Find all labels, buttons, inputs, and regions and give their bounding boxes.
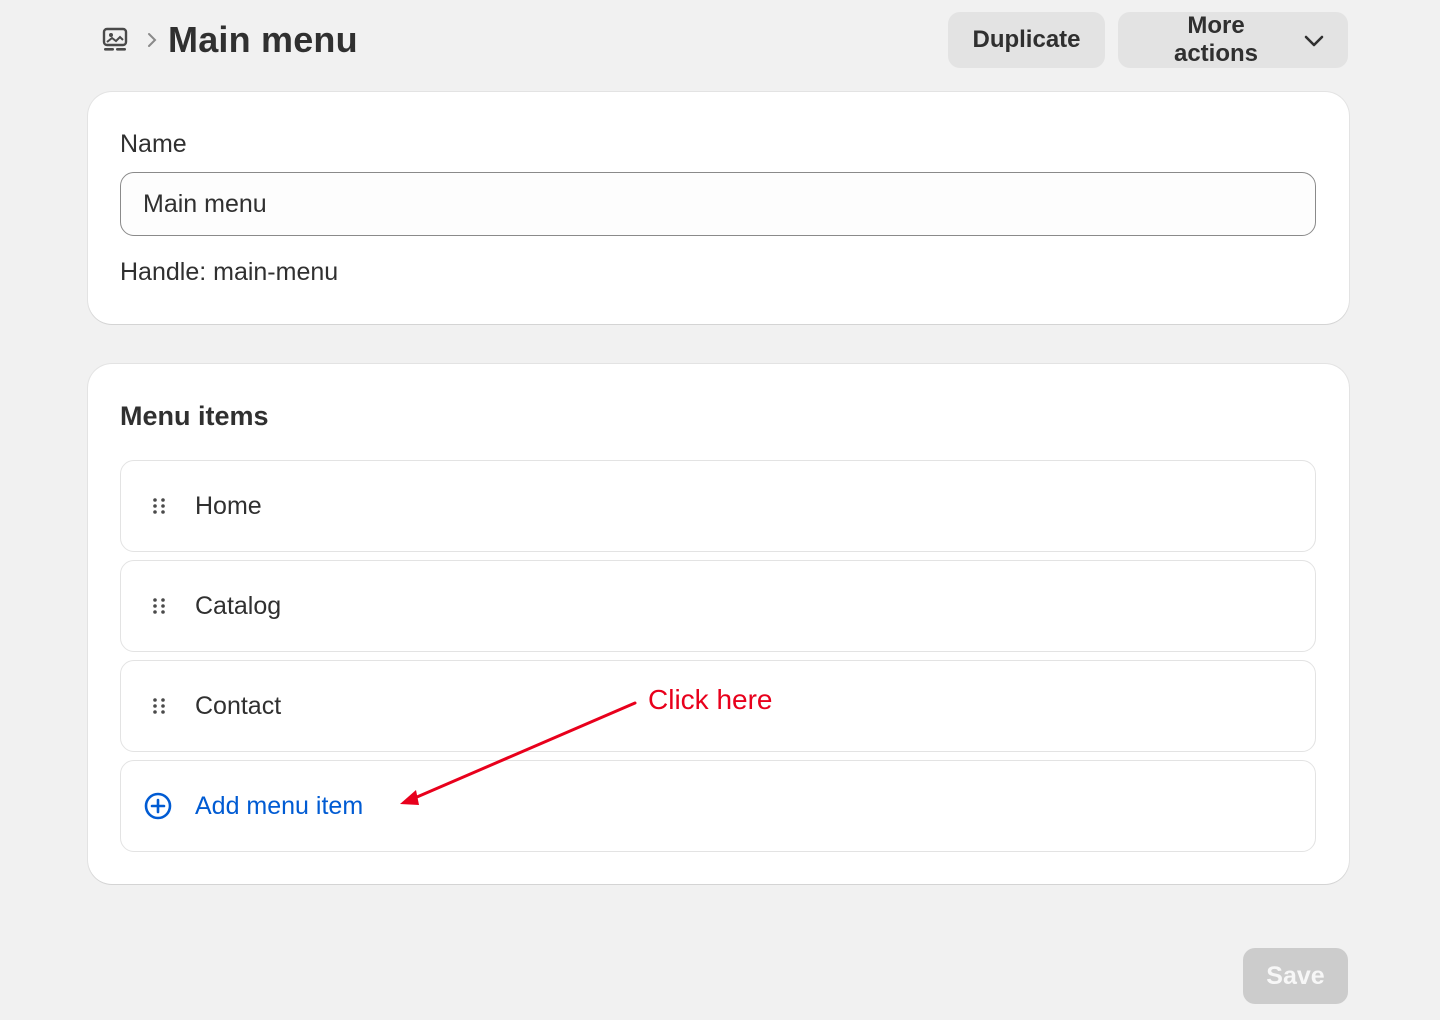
annotation-text: Click here (648, 684, 773, 715)
page-header: Main menu Duplicate More actions (88, 12, 1348, 68)
menu-items-list: Home Catalog Contact Add menu item (120, 460, 1316, 860)
menu-item-label: Home (195, 491, 262, 520)
menu-items-card: Menu items Home Catalog Contact Add menu… (88, 364, 1349, 884)
breadcrumb-chevron-icon (146, 25, 158, 55)
menu-items-title: Menu items (120, 401, 269, 431)
duplicate-button-label: Duplicate (972, 26, 1081, 53)
page-title: Main menu (168, 19, 358, 60)
header-actions: Duplicate More actions (948, 12, 1348, 68)
handle-value: main-menu (213, 258, 339, 286)
handle-text: Handle: main-menu (120, 258, 338, 287)
menu-item-label: Contact (195, 691, 282, 720)
chevron-down-icon (1304, 26, 1324, 54)
name-label: Name (120, 130, 187, 158)
duplicate-button[interactable]: Duplicate (948, 12, 1105, 68)
plus-circle-icon (143, 791, 173, 821)
name-card: Name Handle: main-menu (88, 92, 1349, 324)
add-menu-item-label: Add menu item (195, 791, 364, 820)
menu-item-home[interactable]: Home (120, 460, 1316, 552)
more-actions-button[interactable]: More actions (1118, 12, 1348, 68)
drag-handle-icon[interactable] (149, 496, 169, 516)
menu-item-label: Catalog (195, 591, 282, 620)
name-input[interactable] (120, 172, 1316, 236)
save-button-label: Save (1266, 961, 1325, 990)
navigation-icon[interactable] (100, 25, 130, 55)
drag-handle-icon[interactable] (149, 696, 169, 716)
handle-label: Handle: (120, 258, 207, 286)
drag-handle-icon[interactable] (149, 596, 169, 616)
add-menu-item-button[interactable]: Add menu item (120, 760, 1316, 852)
save-button[interactable]: Save (1243, 948, 1348, 1004)
menu-item-catalog[interactable]: Catalog (120, 560, 1316, 652)
more-actions-label: More actions (1173, 12, 1259, 67)
